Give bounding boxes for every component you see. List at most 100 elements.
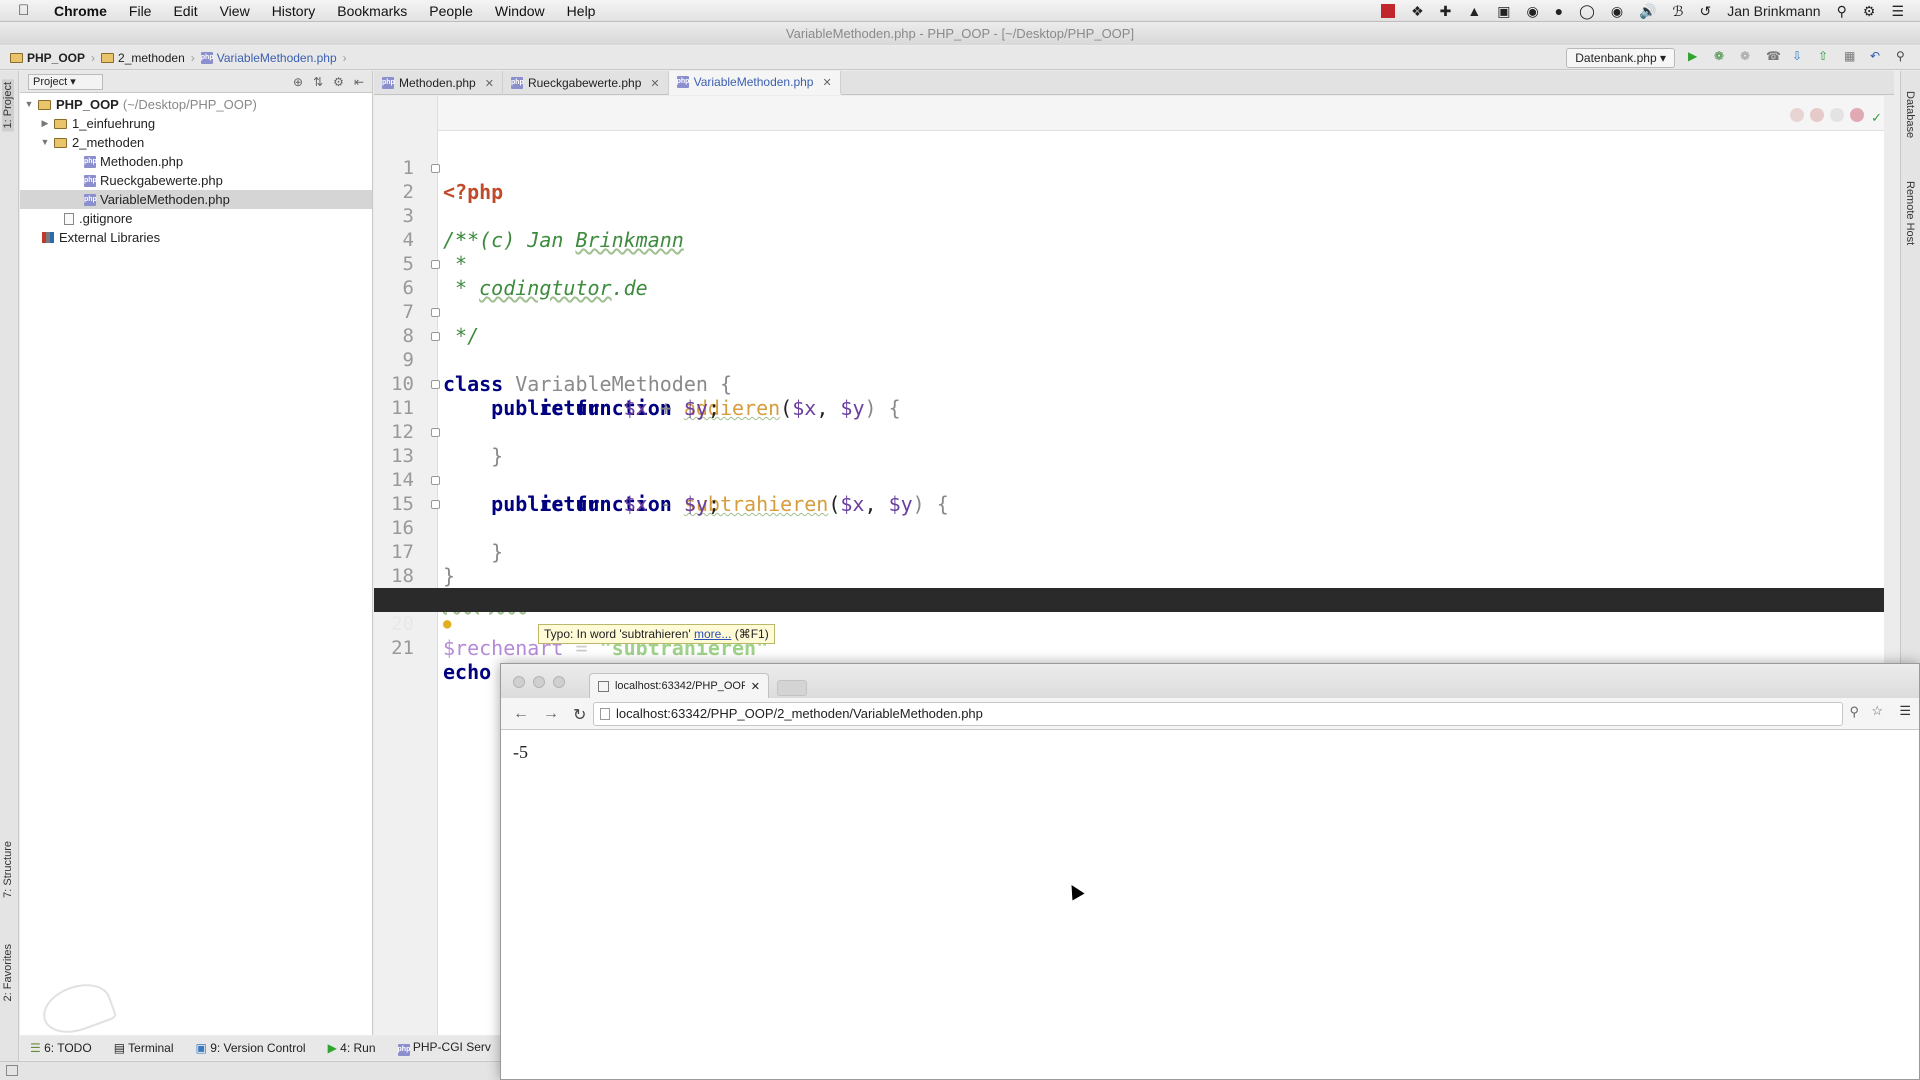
chrome-icon[interactable]: [1790, 108, 1804, 122]
tool-version-control[interactable]: ▣ 9: Version Control: [196, 1041, 306, 1055]
code-line[interactable]: 1 <?php: [374, 132, 1884, 204]
url-input[interactable]: localhost:63342/PHP_OOP/2_methoden/Varia…: [593, 702, 1843, 726]
tool-run[interactable]: ▶ 4: Run: [328, 1041, 376, 1055]
fold-icon[interactable]: [431, 332, 440, 341]
code-line-current[interactable]: 20 $rechenart = "subtrahieren";: [374, 588, 1884, 660]
code-line[interactable]: 8 class VariableMethoden {: [374, 300, 1884, 396]
code-line[interactable]: 11 }: [374, 372, 1884, 468]
run-configuration-select[interactable]: Datenbank.php ▾: [1566, 48, 1675, 68]
tree-item-file[interactable]: php Methoden.php: [20, 152, 372, 171]
collapse-all-icon[interactable]: ⇅: [313, 75, 323, 89]
zoom-icon[interactable]: ⚲: [1849, 704, 1859, 720]
menu-help[interactable]: Help: [567, 3, 596, 19]
browser-traffic-lights[interactable]: [513, 676, 565, 688]
reload-icon[interactable]: ↻: [573, 705, 586, 725]
menu-people[interactable]: People: [429, 3, 473, 19]
tab-project-tool[interactable]: 1: Project: [2, 79, 14, 132]
opera-icon[interactable]: [1850, 108, 1864, 122]
forward-icon[interactable]: →: [543, 705, 559, 725]
fold-icon[interactable]: [431, 500, 440, 509]
menu-window[interactable]: Window: [495, 3, 545, 19]
red-app-icon[interactable]: [1381, 4, 1396, 18]
code-line[interactable]: 10 return $x + $y;: [374, 348, 1884, 420]
tree-item-project-root[interactable]: ▼ PHP_OOP (~/Desktop/PHP_OOP): [20, 95, 372, 114]
expanded-arrow-icon[interactable]: ▼: [40, 133, 50, 152]
revert-icon[interactable]: ↶: [1870, 49, 1884, 63]
code-line[interactable]: 19 ●: [374, 564, 1884, 632]
tree-item-folder[interactable]: ▶ 1_einfuehrung: [20, 114, 372, 133]
vcs-compare-icon[interactable]: ▦: [1844, 49, 1858, 63]
tree-item-file-selected[interactable]: php VariableMethoden.php: [20, 190, 372, 209]
menu-view[interactable]: View: [220, 3, 250, 19]
notification-user-icon[interactable]: ⚙: [1863, 3, 1876, 20]
menu-app-chrome[interactable]: Chrome: [54, 3, 107, 19]
code-line[interactable]: 17: [374, 516, 1884, 563]
expanded-arrow-icon[interactable]: ▼: [24, 95, 34, 114]
tab-favorites-tool[interactable]: 2: Favorites: [2, 944, 14, 1001]
collapsed-arrow-icon[interactable]: ▶: [40, 114, 50, 133]
drive-icon[interactable]: ▲: [1467, 3, 1481, 19]
tab-database-tool[interactable]: Database: [1904, 91, 1916, 138]
new-tab-button[interactable]: [777, 680, 807, 696]
tree-item-folder[interactable]: ▼ 2_methoden: [20, 133, 372, 152]
code-line[interactable]: 16 }: [374, 492, 1884, 588]
tooltip-more-link[interactable]: more...: [694, 627, 731, 641]
settings-gear-icon[interactable]: ⚙: [333, 75, 344, 89]
tab-variablemethoden[interactable]: php VariableMethoden.php ✕: [668, 71, 841, 95]
b-icon[interactable]: ▣: [1497, 3, 1510, 20]
tool-todo[interactable]: ☰ 6: TODO: [30, 1041, 92, 1055]
search-icon[interactable]: ⚲: [1896, 49, 1910, 63]
inspection-ok-icon[interactable]: ✓: [1871, 110, 1882, 126]
breadcrumb-project[interactable]: PHP_OOP: [27, 51, 85, 65]
code-line[interactable]: 13 public function subtrahieren($x, $y) …: [374, 420, 1884, 516]
status-toggle-icon[interactable]: [6, 1065, 18, 1076]
fold-icon[interactable]: [431, 476, 440, 485]
code-line[interactable]: 6 */: [374, 252, 1884, 348]
menu-history[interactable]: History: [272, 3, 316, 19]
scroll-from-source-icon[interactable]: ⊕: [293, 75, 303, 89]
run-icon[interactable]: ▶: [1688, 49, 1702, 63]
code-line[interactable]: 9 public function addieren($x, $y) {: [374, 324, 1884, 420]
tab-rueckgabewerte[interactable]: php Rueckgabewerte.php ✕: [503, 71, 669, 95]
menu-file[interactable]: File: [129, 3, 152, 19]
close-icon[interactable]: ✕: [485, 77, 494, 90]
fold-icon[interactable]: [431, 380, 440, 389]
menu-edit[interactable]: Edit: [173, 3, 197, 19]
tab-structure-tool[interactable]: 7: Structure: [2, 841, 14, 898]
coverage-icon[interactable]: ❁: [1740, 49, 1754, 63]
volume-icon[interactable]: 🔊: [1639, 3, 1656, 20]
fold-icon[interactable]: [431, 428, 440, 437]
onepassword-icon[interactable]: ◯: [1579, 3, 1595, 20]
breadcrumb-folder[interactable]: 2_methoden: [118, 51, 185, 65]
code-line[interactable]: 18 $objekt = new VariableMethoden();: [374, 540, 1884, 612]
tree-item-file[interactable]: php Rueckgabewerte.php: [20, 171, 372, 190]
code-line[interactable]: 2 /**: [374, 156, 1884, 252]
layers-extension-icon[interactable]: ☰: [1899, 703, 1911, 719]
code-line[interactable]: 12: [374, 396, 1884, 443]
back-icon[interactable]: ←: [513, 705, 529, 725]
debug-icon[interactable]: ❁: [1714, 49, 1728, 63]
vcs-commit-icon[interactable]: ⇧: [1818, 49, 1832, 63]
code-line[interactable]: 15 }: [374, 468, 1884, 564]
menubar-username[interactable]: Jan Brinkmann: [1727, 3, 1820, 19]
bluetooth-icon[interactable]: ℬ: [1672, 3, 1683, 20]
hide-panel-icon[interactable]: ⇤: [354, 75, 364, 89]
leaf-icon[interactable]: ◉: [1526, 3, 1538, 20]
tab-methoden[interactable]: php Methoden.php ✕: [374, 71, 503, 95]
code-line[interactable]: 14 return $x - $y;: [374, 444, 1884, 516]
tool-terminal[interactable]: ▤ Terminal: [114, 1041, 174, 1055]
fold-icon[interactable]: [431, 164, 440, 173]
code-line[interactable]: 4 *: [374, 204, 1884, 276]
dropbox-icon[interactable]: ❖: [1411, 3, 1424, 20]
browser-tab[interactable]: localhost:63342/PHP_OOP ✕: [589, 673, 769, 698]
tab-remote-host-tool[interactable]: Remote Host: [1904, 181, 1916, 245]
breadcrumb-file[interactable]: VariableMethoden.php: [217, 51, 337, 65]
close-icon[interactable]: ✕: [822, 76, 831, 89]
fold-icon[interactable]: [431, 308, 440, 317]
notification-center-icon[interactable]: ☰: [1891, 3, 1904, 20]
spotlight-search-icon[interactable]: ⚲: [1837, 3, 1847, 20]
close-icon[interactable]: ✕: [650, 77, 659, 90]
bookmark-star-icon[interactable]: ☆: [1871, 703, 1883, 719]
plugin-icon[interactable]: ✚: [1440, 3, 1452, 20]
close-icon[interactable]: ✕: [751, 680, 760, 693]
